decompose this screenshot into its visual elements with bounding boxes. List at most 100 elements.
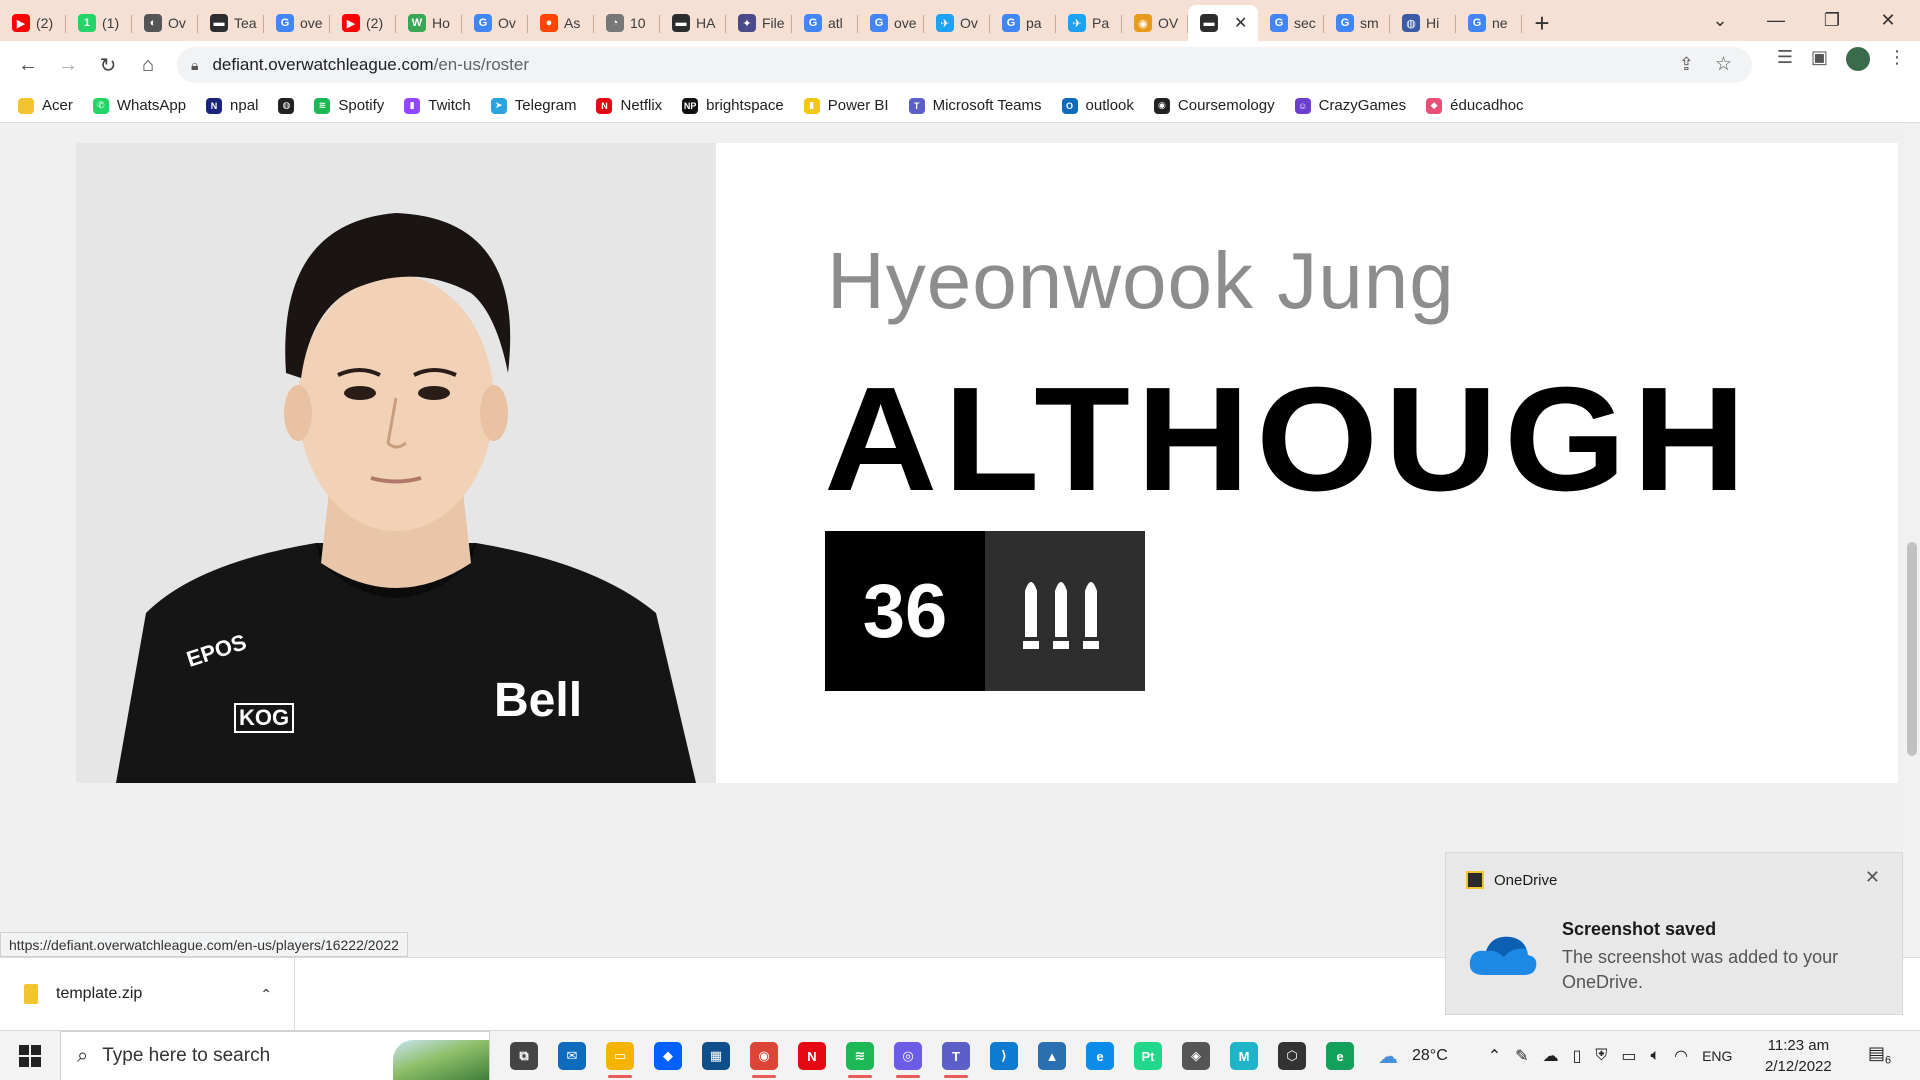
toast-close-icon[interactable]: ✕	[1865, 867, 1880, 888]
page-scrollbar[interactable]	[1904, 124, 1920, 957]
browser-tab[interactable]: ✦ File	[726, 5, 792, 41]
taskbar-spotify-icon[interactable]: ≋	[836, 1031, 884, 1080]
bookmark-item[interactable]: ✆ WhatsApp	[92, 97, 186, 114]
onedrive-tray-icon[interactable]: ☁	[1543, 1046, 1559, 1066]
profile-avatar[interactable]	[1846, 47, 1870, 71]
scrollbar-thumb[interactable]	[1907, 542, 1917, 756]
show-hidden-icons-icon[interactable]: ⌃	[1488, 1046, 1501, 1066]
side-panel-icon[interactable]: ▣	[1811, 47, 1828, 71]
bookmark-star-icon[interactable]: ☆	[1715, 53, 1732, 76]
browser-tab[interactable]: G Ov	[462, 5, 528, 41]
browser-tab[interactable]: 1 (1)	[66, 5, 132, 41]
bookmark-item[interactable]: Nnpal	[206, 97, 258, 114]
tray-security-icon[interactable]: ⛨	[1595, 1047, 1607, 1065]
share-icon[interactable]: ⇪	[1679, 54, 1694, 75]
browser-tab[interactable]: ▬ HA	[660, 5, 726, 41]
system-clock[interactable]: 11:23 am 2/12/2022	[1765, 1035, 1832, 1077]
taskbar-teams-icon[interactable]: T	[932, 1031, 980, 1080]
tray-device-icon[interactable]: ▯	[1573, 1046, 1582, 1066]
wifi-icon[interactable]: ◠	[1674, 1046, 1688, 1066]
taskbar-task-view-icon[interactable]: ⧉	[500, 1031, 548, 1080]
browser-tab[interactable]: ◐ Ov	[132, 5, 198, 41]
bookmark-item[interactable]: ➤ Telegram	[490, 97, 576, 114]
bookmark-item[interactable]: Ooutlook	[1061, 97, 1134, 114]
forward-icon[interactable]: →	[48, 45, 88, 85]
browser-tab[interactable]: Gpa	[990, 5, 1056, 41]
tab-close-icon[interactable]: ✕	[1234, 13, 1247, 33]
bookmark-item[interactable]: ◆ éducadhoc	[1426, 97, 1524, 114]
taskbar-chrome-icon[interactable]: ◉	[740, 1031, 788, 1080]
new-tab-icon[interactable]: +	[1522, 5, 1562, 41]
browser-tab[interactable]: ▶ (2)	[330, 5, 396, 41]
download-item[interactable]: template.zip ⌃	[0, 958, 295, 1030]
taskbar-file-explorer-icon[interactable]: ▭	[596, 1031, 644, 1080]
browser-tab[interactable]: ▬ ✕	[1188, 5, 1258, 41]
back-icon[interactable]: ←	[8, 45, 48, 85]
unity-hub-glyph: ⬡	[1278, 1042, 1306, 1070]
bookmark-item[interactable]: ◍	[278, 97, 295, 114]
reload-icon[interactable]: ↻	[88, 45, 128, 85]
browser-tab[interactable]: ◉ OV	[1122, 5, 1188, 41]
tab-search-icon[interactable]: ⌄	[1692, 0, 1748, 41]
weather-temperature[interactable]: 28°C	[1412, 1047, 1448, 1065]
close-window-icon[interactable]: ✕	[1860, 0, 1916, 41]
taskbar-netflix-icon[interactable]: N	[788, 1031, 836, 1080]
browser-tab[interactable]: Gne	[1456, 5, 1522, 41]
battery-icon[interactable]: ▭	[1621, 1046, 1636, 1066]
browser-tab[interactable]: ● As	[528, 5, 594, 41]
taskbar-maya-icon[interactable]: M	[1220, 1031, 1268, 1080]
bookmark-item[interactable]: Acer	[18, 97, 73, 114]
bookmark-item[interactable]: N Netflix	[596, 97, 662, 114]
browser-tab[interactable]: ◔ 10	[594, 5, 660, 41]
bookmark-item[interactable]: ▮ Twitch	[404, 97, 471, 114]
windows-start-icon[interactable]	[0, 1031, 60, 1080]
bookmark-item[interactable]: ≋ Spotify	[314, 97, 384, 114]
notification-center-icon[interactable]: ▤6	[1868, 1043, 1891, 1067]
browser-tab[interactable]: ▶ (2)	[0, 5, 66, 41]
taskbar-unity-icon[interactable]: ◈	[1172, 1031, 1220, 1080]
browser-tab[interactable]: Gatl	[792, 5, 858, 41]
bookmark-item[interactable]: ☺ CrazyGames	[1294, 97, 1406, 114]
browser-tab[interactable]: ✈ Pa	[1056, 5, 1122, 41]
search-icon: ⌕	[77, 1044, 89, 1067]
chevron-up-icon[interactable]: ⌃	[260, 986, 272, 1003]
url-text[interactable]: defiant.overwatchleague.com/en-us/roster	[212, 55, 529, 75]
player-card[interactable]: EPOS KOG Bell Hyeonwook Jung ALTHOUGH 36	[76, 143, 1898, 783]
language-indicator[interactable]: ENG	[1702, 1048, 1732, 1064]
browser-tab[interactable]: Gsec	[1258, 5, 1324, 41]
bookmark-item[interactable]: ▮ Power BI	[803, 97, 889, 114]
browser-tab[interactable]: W Ho	[396, 5, 462, 41]
browser-tab[interactable]: ✈ Ov	[924, 5, 990, 41]
browser-tab[interactable]: Gove	[858, 5, 924, 41]
bookmark-item[interactable]: T Microsoft Teams	[908, 97, 1042, 114]
taskbar-pycharm-icon[interactable]: Pt	[1124, 1031, 1172, 1080]
reading-list-icon[interactable]: ☰	[1777, 47, 1793, 71]
taskbar-edge-icon[interactable]: e	[1076, 1031, 1124, 1080]
taskbar-messenger-icon[interactable]: ◎	[884, 1031, 932, 1080]
tray-app-icon[interactable]: ✎	[1515, 1046, 1528, 1066]
browser-tab[interactable]: Gove	[264, 5, 330, 41]
taskbar-app-blue-icon[interactable]: ▦	[692, 1031, 740, 1080]
browser-tab[interactable]: ◍ Hi	[1390, 5, 1456, 41]
bookmark-item[interactable]: NP brightspace	[682, 97, 784, 114]
home-icon[interactable]: ⌂	[128, 45, 168, 85]
restore-icon[interactable]: ❐	[1804, 0, 1860, 41]
bookmark-item[interactable]: ◉ Coursemology	[1153, 97, 1275, 114]
taskbar-vscode-icon[interactable]: ⟩	[980, 1031, 1028, 1080]
taskbar-unity-hub-icon[interactable]: ⬡	[1268, 1031, 1316, 1080]
tab-favicon-icon: G	[1270, 14, 1288, 32]
menu-icon[interactable]: ⋮	[1888, 47, 1906, 71]
browser-tab[interactable]: Gsm	[1324, 5, 1390, 41]
weather-cloud-icon[interactable]: ☁	[1378, 1044, 1398, 1069]
browser-tab[interactable]: ▬ Tea	[198, 5, 264, 41]
taskbar-edge-dev-icon[interactable]: e	[1316, 1031, 1364, 1080]
minimize-icon[interactable]: —	[1748, 0, 1804, 41]
taskbar-photos-icon[interactable]: ▲	[1028, 1031, 1076, 1080]
bookmark-favicon-icon: ▮	[803, 97, 820, 114]
taskbar-dropbox-icon[interactable]: ◆	[644, 1031, 692, 1080]
address-bar[interactable]: 🔒︎ defiant.overwatchleague.com/en-us/ros…	[177, 47, 1752, 83]
volume-icon[interactable]: 🔈︎	[1651, 1047, 1661, 1065]
onedrive-notification[interactable]: OneDrive ✕ Screenshot saved The screensh…	[1445, 852, 1903, 1015]
taskbar-mail-icon[interactable]: ✉	[548, 1031, 596, 1080]
taskbar-search-box[interactable]: ⌕ Type here to search	[60, 1031, 490, 1080]
